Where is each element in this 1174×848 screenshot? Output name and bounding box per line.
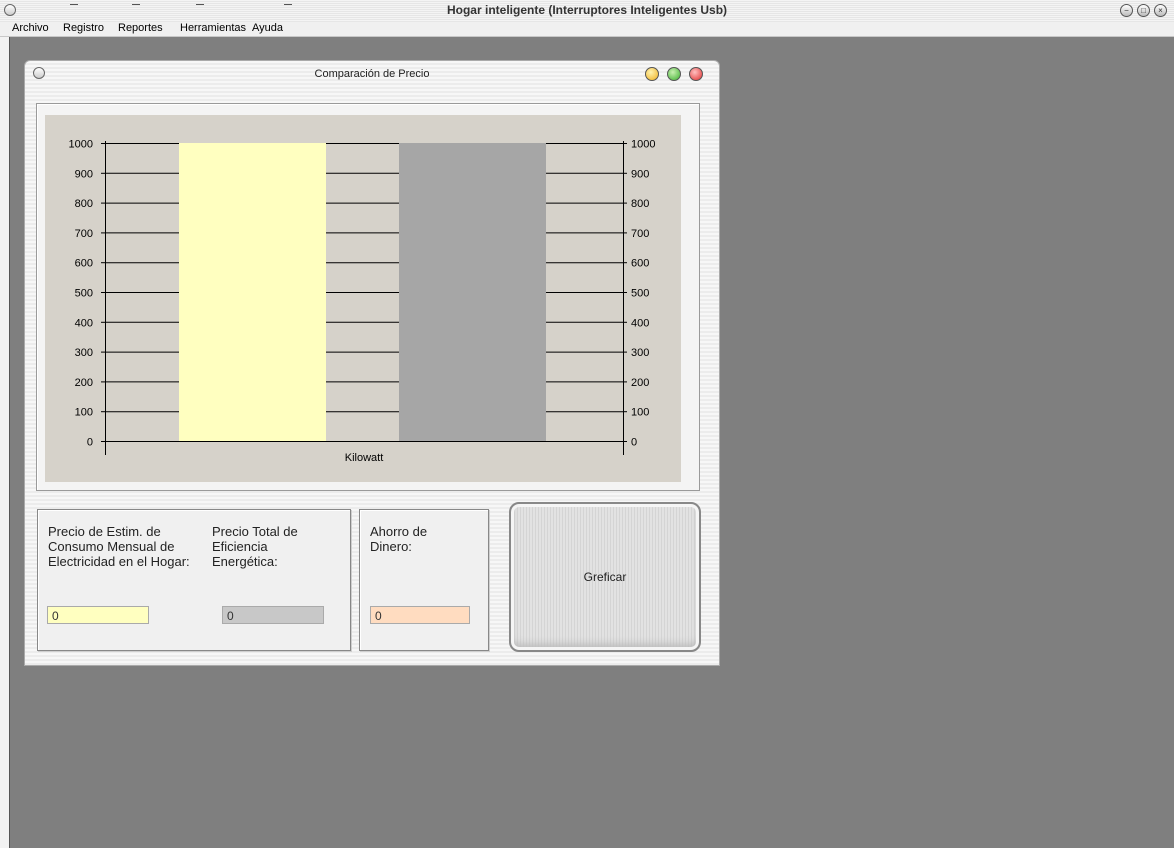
y-tick-label-right: 900 [631,168,649,180]
chart-area: 0 0 100 100 200 200 300 300 400 400 500 500 600 600 70… [45,115,681,482]
y-tick-label-right: 400 [631,317,649,329]
y-tick-label-right: 600 [631,258,649,270]
minimize-icon[interactable]: − [1120,4,1133,17]
y-tick-label-right: 0 [631,437,637,449]
x-axis-label: Kilowatt [345,452,384,464]
y-tick-label-left: 600 [75,258,93,270]
menu-registro[interactable]: Registro [63,22,104,34]
y-tick-label-left: 900 [75,168,93,180]
menu-ayuda[interactable]: Ayuda [252,22,283,34]
menu-herramientas[interactable]: Herramientas [180,22,246,34]
bar-chart: 0 0 100 100 200 200 300 300 400 400 500 500 600 600 70… [69,139,656,465]
efficiency-price-field[interactable]: 0 [222,606,324,624]
y-tick-label-left: 300 [75,347,93,359]
y-tick-label-right: 800 [631,198,649,210]
y-tick-label-right: 1000 [631,139,655,151]
y-tick-label-right: 500 [631,288,649,300]
comparison-window: Comparación de Precio 0 0 100 100 200 200 300 3… [24,60,720,666]
maximize-icon[interactable]: □ [1137,4,1150,17]
y-tick-label-left: 500 [75,288,93,300]
chart-frame: 0 0 100 100 200 200 300 300 400 400 500 500 600 600 70… [36,103,700,491]
y-tick-label-right: 100 [631,407,649,419]
price-panel: Precio de Estim. de Consumo Mensual de E… [37,509,351,651]
savings-field[interactable]: 0 [370,606,470,624]
menu-bar: Archivo Registro Reportes Herramientas A… [0,22,1174,37]
savings-label: Ahorro de Dinero: [370,524,428,554]
y-tick-label-right: 200 [631,377,649,389]
menu-reportes[interactable]: Reportes [118,22,163,34]
close-icon[interactable]: × [1154,4,1167,17]
y-tick-label-right: 300 [631,347,649,359]
y-tick-label-left: 100 [75,407,93,419]
window-title: Comparación de Precio [314,68,430,80]
estimated-price-label: Precio de Estim. de Consumo Mensual de E… [48,524,190,569]
close-light-icon[interactable] [689,67,703,81]
bar-series-2 [399,143,546,441]
bar-series-1 [179,143,326,441]
y-tick-label-left: 700 [75,228,93,240]
y-tick-label-left: 1000 [69,139,93,151]
app-title: Hogar inteligente (Interruptores Intelig… [446,3,728,17]
y-tick-label-left: 0 [87,437,93,449]
graph-button[interactable]: Greficar [509,502,701,652]
maximize-light-icon[interactable] [667,67,681,81]
savings-panel: Ahorro de Dinero: 0 [359,509,489,651]
y-tick-label-left: 800 [75,198,93,210]
menu-archivo[interactable]: Archivo [12,22,49,34]
estimated-price-field[interactable]: 0 [47,606,149,624]
efficiency-price-label: Precio Total de Eficiencia Energética: [212,524,298,569]
app-titlebar[interactable]: Hogar inteligente (Interruptores Intelig… [0,0,1174,23]
y-tick-label-right: 700 [631,228,649,240]
y-tick-label-left: 200 [75,377,93,389]
left-edge-bar [0,37,10,848]
y-tick-label-left: 400 [75,317,93,329]
minimize-light-icon[interactable] [645,67,659,81]
